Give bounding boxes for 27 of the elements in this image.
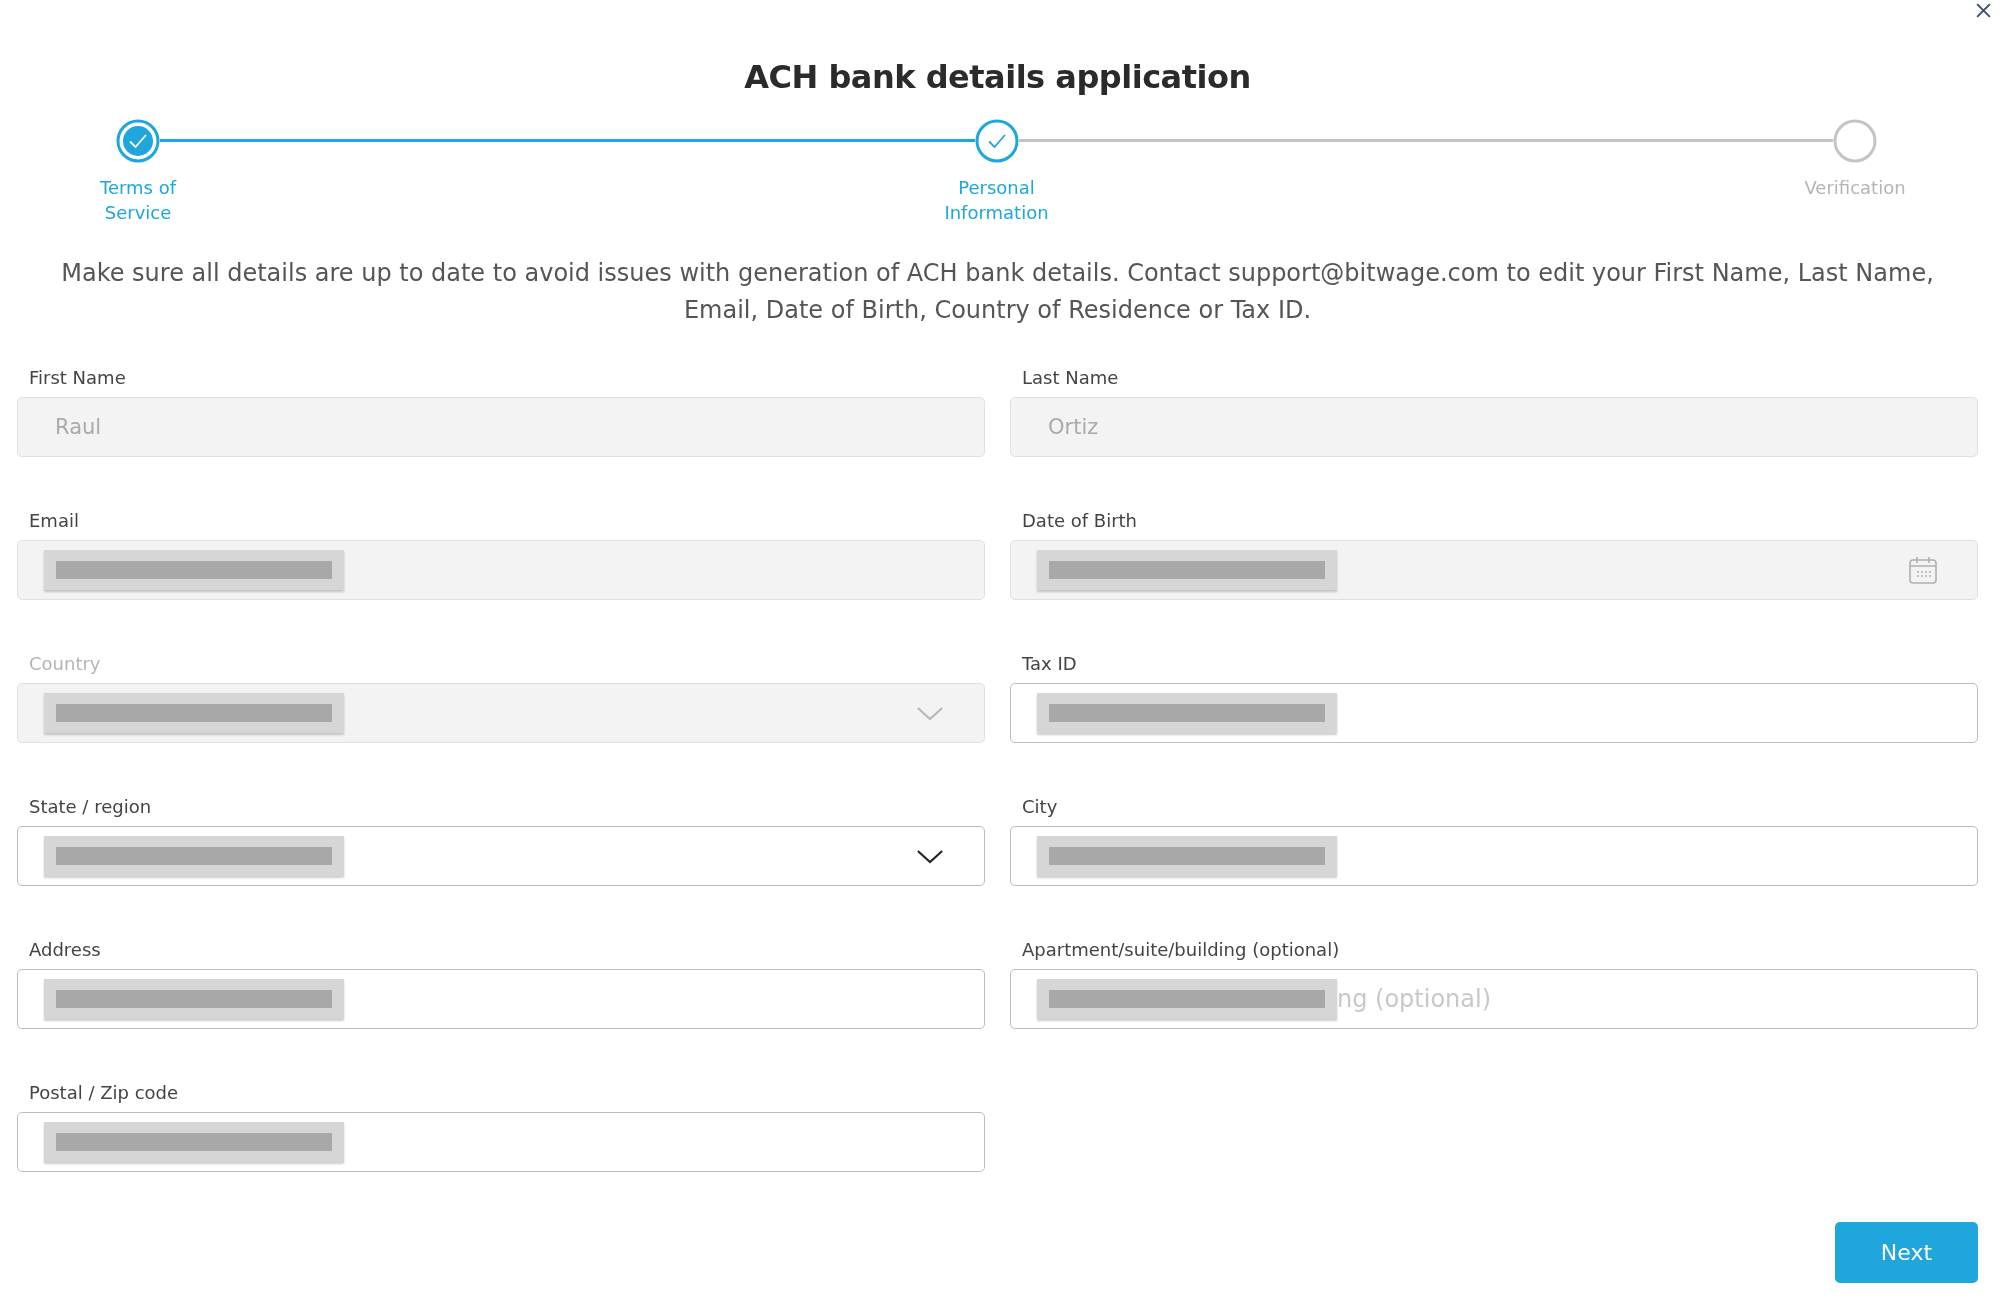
close-icon[interactable]: [1975, 2, 1992, 19]
field-value: Raul: [55, 415, 102, 439]
field-label: City: [1022, 796, 1059, 817]
input-field[interactable]: [17, 1112, 985, 1172]
next-button[interactable]: Next: [1835, 1222, 1978, 1283]
input-field[interactable]: [1010, 826, 1978, 886]
input-field[interactable]: [1010, 683, 1978, 743]
field-label: State / region: [29, 796, 153, 817]
field-label: Date of Birth: [1022, 510, 1139, 531]
dialog-title: ACH bank details application: [743, 57, 1252, 96]
field-label: Email: [29, 510, 80, 531]
notice-text: Make sure all details are up to date to avoid issues with generation of ACH bank details. Contact support@bitwage.com to edit your First Name, Last Name, Email, Date of Birth, Country of Residence or Tax ID.: [60, 258, 1935, 326]
field-label: Country: [29, 653, 102, 674]
field-value: Ortiz: [1048, 415, 1099, 439]
field-label: Address: [29, 939, 102, 960]
field-label: Last Name: [1022, 367, 1120, 388]
step-label: Personal Information: [943, 176, 1050, 225]
step-label: Verification: [1803, 176, 1907, 200]
input-field[interactable]: [17, 969, 985, 1029]
field-label: First Name: [29, 367, 127, 388]
step-label: Terms of Service: [98, 176, 178, 225]
chevron-down-icon: [916, 704, 944, 722]
dropdown[interactable]: [17, 826, 985, 886]
field-label: Postal / Zip code: [29, 1082, 180, 1103]
field-label: Tax ID: [1022, 653, 1078, 674]
field-label: Apartment/suite/building (optional): [1022, 939, 1341, 960]
chevron-down-icon: [916, 847, 944, 865]
